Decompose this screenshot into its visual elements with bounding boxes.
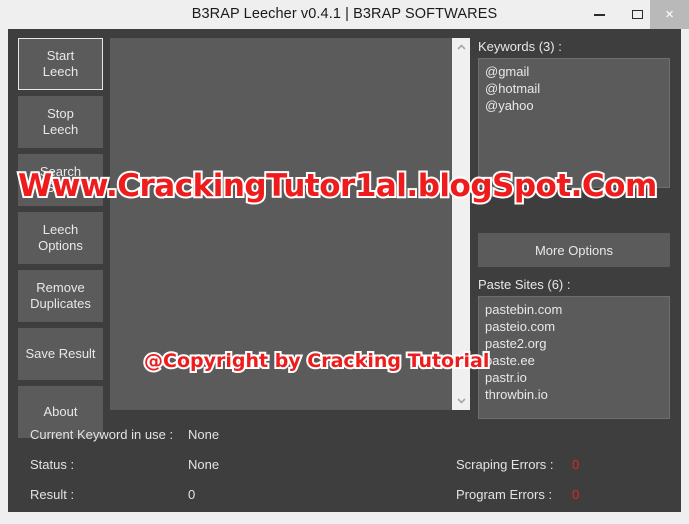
search-sites-label: Search Sites bbox=[39, 164, 82, 195]
status-label: Status : bbox=[30, 457, 75, 472]
close-button[interactable]: × bbox=[650, 0, 689, 29]
scraping-errors-value: 0 bbox=[572, 457, 580, 472]
paste-sites-title: Paste Sites (6) : bbox=[478, 277, 571, 292]
save-result-label: Save Result bbox=[25, 346, 96, 361]
stop-leech-button[interactable]: Stop Leech bbox=[18, 96, 103, 148]
scraping-errors-label: Scraping Errors : bbox=[456, 457, 554, 472]
paste-sites-listbox[interactable]: pastebin.com pasteio.com paste2.org past… bbox=[478, 296, 670, 419]
list-item[interactable]: paste.ee bbox=[485, 352, 663, 369]
start-leech-button[interactable]: Start Leech bbox=[18, 38, 103, 90]
list-item[interactable]: @gmail bbox=[485, 63, 663, 80]
list-item[interactable]: throwbin.io bbox=[485, 386, 663, 403]
maximize-icon bbox=[631, 10, 643, 19]
chevron-down-icon bbox=[456, 398, 466, 404]
minimize-button[interactable] bbox=[580, 0, 618, 29]
list-item[interactable]: pasteio.com bbox=[485, 318, 663, 335]
scroll-down-icon[interactable] bbox=[452, 392, 470, 410]
app-content: Start Leech Stop Leech Search Sites Leec… bbox=[8, 29, 681, 512]
more-options-button[interactable]: More Options bbox=[478, 233, 670, 267]
status-row-current-keyword: Current Keyword in use : None bbox=[8, 427, 681, 455]
list-item[interactable]: @yahoo bbox=[485, 97, 663, 114]
results-scrollbar[interactable] bbox=[452, 38, 470, 410]
status-value: None bbox=[188, 457, 220, 472]
list-item[interactable]: paste2.org bbox=[485, 335, 663, 352]
result-label: Result : bbox=[30, 487, 75, 502]
scroll-up-icon[interactable] bbox=[452, 38, 470, 56]
minimize-icon bbox=[593, 13, 605, 16]
status-row-result: Result : 0 Program Errors : 0 bbox=[8, 487, 681, 515]
keywords-listbox[interactable]: @gmail @hotmail @yahoo bbox=[478, 58, 670, 188]
list-item[interactable]: @hotmail bbox=[485, 80, 663, 97]
results-list[interactable] bbox=[110, 38, 452, 410]
program-errors-value: 0 bbox=[572, 487, 580, 502]
title-bar: B3RAP Leecher v0.4.1 | B3RAP SOFTWARES × bbox=[0, 0, 689, 29]
current-keyword-label: Current Keyword in use : bbox=[30, 427, 174, 442]
leech-options-label: Leech Options bbox=[38, 222, 83, 253]
keywords-title: Keywords (3) : bbox=[478, 39, 562, 54]
status-bar: Current Keyword in use : None Status : N… bbox=[8, 427, 681, 512]
about-label: About bbox=[43, 404, 78, 419]
remove-duplicates-button[interactable]: Remove Duplicates bbox=[18, 270, 103, 322]
status-row-status: Status : None Scraping Errors : 0 bbox=[8, 457, 681, 485]
more-options-label: More Options bbox=[534, 242, 614, 258]
result-value: 0 bbox=[188, 487, 196, 502]
save-result-button[interactable]: Save Result bbox=[18, 328, 103, 380]
stop-leech-label: Stop Leech bbox=[42, 106, 79, 137]
chevron-up-icon bbox=[456, 44, 466, 50]
remove-duplicates-label: Remove Duplicates bbox=[30, 280, 91, 311]
program-errors-label: Program Errors : bbox=[456, 487, 553, 502]
current-keyword-value: None bbox=[188, 427, 220, 442]
search-sites-button[interactable]: Search Sites bbox=[18, 154, 103, 206]
close-icon: × bbox=[665, 6, 674, 23]
results-panel bbox=[110, 38, 470, 410]
list-item[interactable]: pastebin.com bbox=[485, 301, 663, 318]
leech-options-button[interactable]: Leech Options bbox=[18, 212, 103, 264]
list-item[interactable]: pastr.io bbox=[485, 369, 663, 386]
start-leech-label: Start Leech bbox=[42, 48, 79, 79]
application-window: B3RAP Leecher v0.4.1 | B3RAP SOFTWARES ×… bbox=[0, 0, 689, 524]
